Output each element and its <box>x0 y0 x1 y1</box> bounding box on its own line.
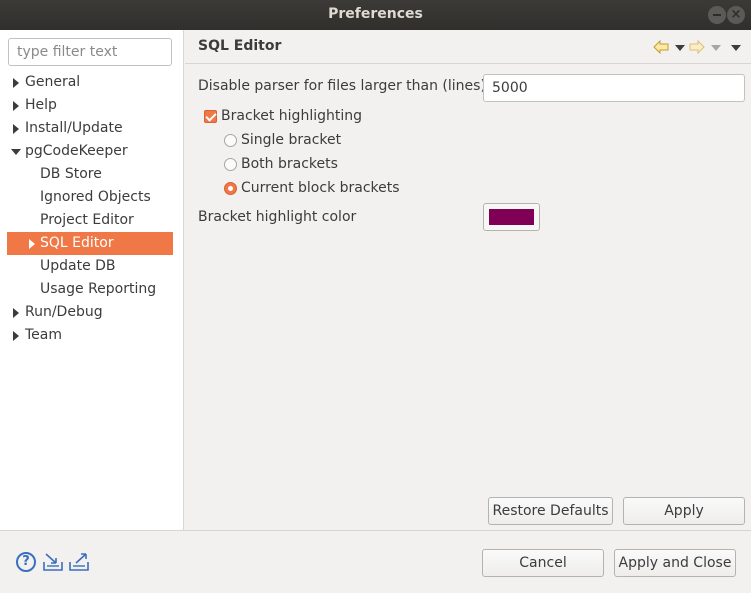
bracket-color-label: Bracket highlight color <box>198 209 357 225</box>
tree-item[interactable]: SQL Editor <box>7 232 173 255</box>
restore-defaults-button[interactable]: Restore Defaults <box>488 497 613 525</box>
tree-item[interactable]: pgCodeKeeper <box>0 140 184 163</box>
tree-item-label: pgCodeKeeper <box>25 143 128 159</box>
chevron-down-icon[interactable] <box>11 140 21 163</box>
chevron-right-icon[interactable] <box>11 301 21 324</box>
preferences-tree: General Help Install/Update pgCodeKeeper DB … <box>0 71 184 347</box>
tree-item-label: Project Editor <box>40 212 134 228</box>
tree-item[interactable]: Run/Debug <box>0 301 184 324</box>
bracket-highlighting-label: Bracket highlighting <box>221 108 362 124</box>
tree-item-label: Install/Update <box>25 120 123 136</box>
back-arrow-icon[interactable] <box>653 39 669 55</box>
tree-item[interactable]: Team <box>0 324 184 347</box>
tree-item-label: Team <box>25 327 63 343</box>
tree-item[interactable]: Update DB <box>0 255 184 278</box>
tree-item[interactable]: Usage Reporting <box>0 278 184 301</box>
tree-item[interactable]: Project Editor <box>0 209 184 232</box>
parser-limit-input[interactable] <box>483 74 745 102</box>
bracket-color-button[interactable] <box>483 203 540 231</box>
export-icon[interactable] <box>68 552 90 572</box>
tree-item-label: DB Store <box>40 166 102 182</box>
radio-button[interactable] <box>224 158 237 171</box>
chevron-right-icon[interactable] <box>11 324 21 347</box>
color-swatch <box>489 209 534 225</box>
page-header: SQL Editor <box>185 30 751 64</box>
cancel-button[interactable]: Cancel <box>482 549 604 577</box>
close-button[interactable]: × <box>727 6 745 24</box>
forward-arrow-icon[interactable] <box>689 39 705 55</box>
tree-item[interactable]: General <box>0 71 184 94</box>
back-history-dropdown-icon[interactable] <box>675 45 685 51</box>
import-icon[interactable] <box>42 552 64 572</box>
tree-item-label: Run/Debug <box>25 304 103 320</box>
window-title: Preferences <box>328 6 423 22</box>
minimize-button[interactable] <box>708 6 726 24</box>
preference-page: SQL Editor Disable parser for files larg… <box>185 30 751 530</box>
tree-item-label: Update DB <box>40 258 116 274</box>
filter-input[interactable] <box>8 38 172 66</box>
radio-label: Single bracket <box>241 132 342 148</box>
tree-item[interactable]: DB Store <box>0 163 184 186</box>
tree-item-label: General <box>25 74 81 90</box>
tree-item-label: Help <box>25 97 57 113</box>
parser-limit-label: Disable parser for files larger than (li… <box>198 78 491 94</box>
separator <box>0 530 751 531</box>
page-title: SQL Editor <box>198 38 282 54</box>
forward-history-dropdown-icon <box>711 45 721 51</box>
chevron-right-icon[interactable] <box>11 117 21 140</box>
chevron-right-icon[interactable] <box>11 71 21 94</box>
title-bar: Preferences × <box>0 0 751 30</box>
tree-item[interactable]: Install/Update <box>0 117 184 140</box>
chevron-right-icon[interactable] <box>11 94 21 117</box>
apply-button[interactable]: Apply <box>623 497 745 525</box>
apply-and-close-button[interactable]: Apply and Close <box>614 549 736 577</box>
radio-label: Current block brackets <box>241 180 400 196</box>
tree-item-label: SQL Editor <box>40 235 114 251</box>
radio-label: Both brackets <box>241 156 338 172</box>
tree-item[interactable]: Ignored Objects <box>0 186 184 209</box>
tree-item-label: Ignored Objects <box>40 189 151 205</box>
preferences-tree-pane: General Help Install/Update pgCodeKeeper DB … <box>0 30 184 530</box>
chevron-right-icon[interactable] <box>27 232 37 255</box>
help-icon[interactable]: ? <box>16 552 36 572</box>
tree-item-label: Usage Reporting <box>40 281 157 297</box>
radio-button[interactable] <box>224 134 237 147</box>
radio-button[interactable] <box>224 182 237 195</box>
bracket-highlighting-checkbox[interactable] <box>204 110 217 123</box>
view-menu-icon[interactable] <box>731 45 741 51</box>
page-nav-toolbar <box>653 39 743 56</box>
tree-item[interactable]: Help <box>0 94 184 117</box>
